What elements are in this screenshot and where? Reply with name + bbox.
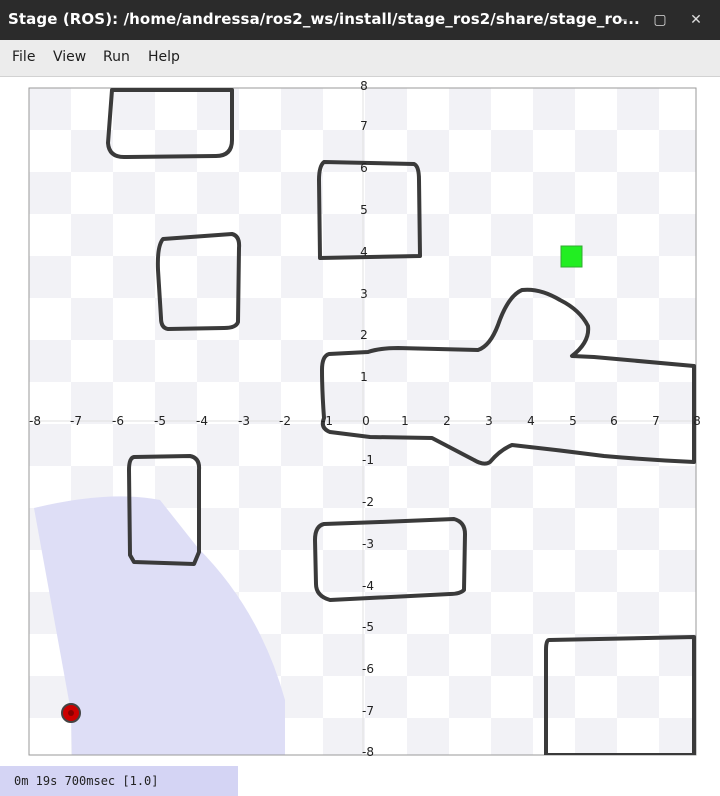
y-tick-label: -2 [362,495,374,509]
close-icon[interactable]: ✕ [684,8,708,32]
menu-file[interactable]: File [12,49,35,65]
x-tick-label: -7 [70,414,82,428]
menu-help[interactable]: Help [148,49,180,65]
x-tick-label: 8 [693,414,701,428]
y-tick-label: 3 [360,287,368,301]
minimize-icon[interactable]: – [612,8,636,32]
x-tick-label: -4 [196,414,208,428]
y-tick-label: 4 [360,245,368,259]
y-tick-label: -5 [362,620,374,634]
y-tick-label: 6 [360,161,368,175]
x-tick-label: -1 [321,414,333,428]
window-title: Stage (ROS): /home/andressa/ros2_ws/inst… [8,10,640,28]
stage-window: Stage (ROS): /home/andressa/ros2_ws/inst… [0,0,720,796]
y-tick-label: 5 [360,203,368,217]
status-bar: 0m 19s 700msec [1.0] [0,766,720,796]
y-tick-label: 1 [360,370,368,384]
y-tick-label: -4 [362,579,374,593]
x-tick-label: 3 [485,414,493,428]
x-tick-label: 7 [652,414,660,428]
robot-center [68,710,74,716]
goal-marker [560,245,583,268]
y-tick-label: 8 [360,79,368,93]
x-tick-label: 6 [610,414,618,428]
menu-view[interactable]: View [53,49,86,65]
x-tick-label: -2 [279,414,291,428]
menu-bar: File View Run Help [0,40,720,77]
sim-time: 0m 19s 700msec [1.0] [0,766,238,796]
y-tick-label: -8 [362,745,374,759]
x-tick-label: 5 [569,414,577,428]
x-tick-label: -3 [238,414,250,428]
x-tick-label: -5 [154,414,166,428]
y-tick-label: 7 [360,119,368,133]
y-tick-label: 2 [360,328,368,342]
title-bar[interactable]: Stage (ROS): /home/andressa/ros2_ws/inst… [0,0,720,40]
x-tick-label: -8 [29,414,41,428]
y-tick-label: -6 [362,662,374,676]
x-tick-label: 2 [443,414,451,428]
y-tick-label: -1 [362,453,374,467]
y-tick-label: -7 [362,704,374,718]
simulation-canvas[interactable]: -8 -7 -6 -5 -4 -3 -2 -1 0 1 2 3 4 5 6 7 … [0,77,720,765]
maximize-icon[interactable]: ▢ [648,8,672,32]
x-tick-label: 1 [401,414,409,428]
robot[interactable] [61,703,81,723]
x-tick-label: 4 [527,414,535,428]
y-tick-label: -3 [362,537,374,551]
menu-run[interactable]: Run [103,49,130,65]
x-tick-label: -6 [112,414,124,428]
